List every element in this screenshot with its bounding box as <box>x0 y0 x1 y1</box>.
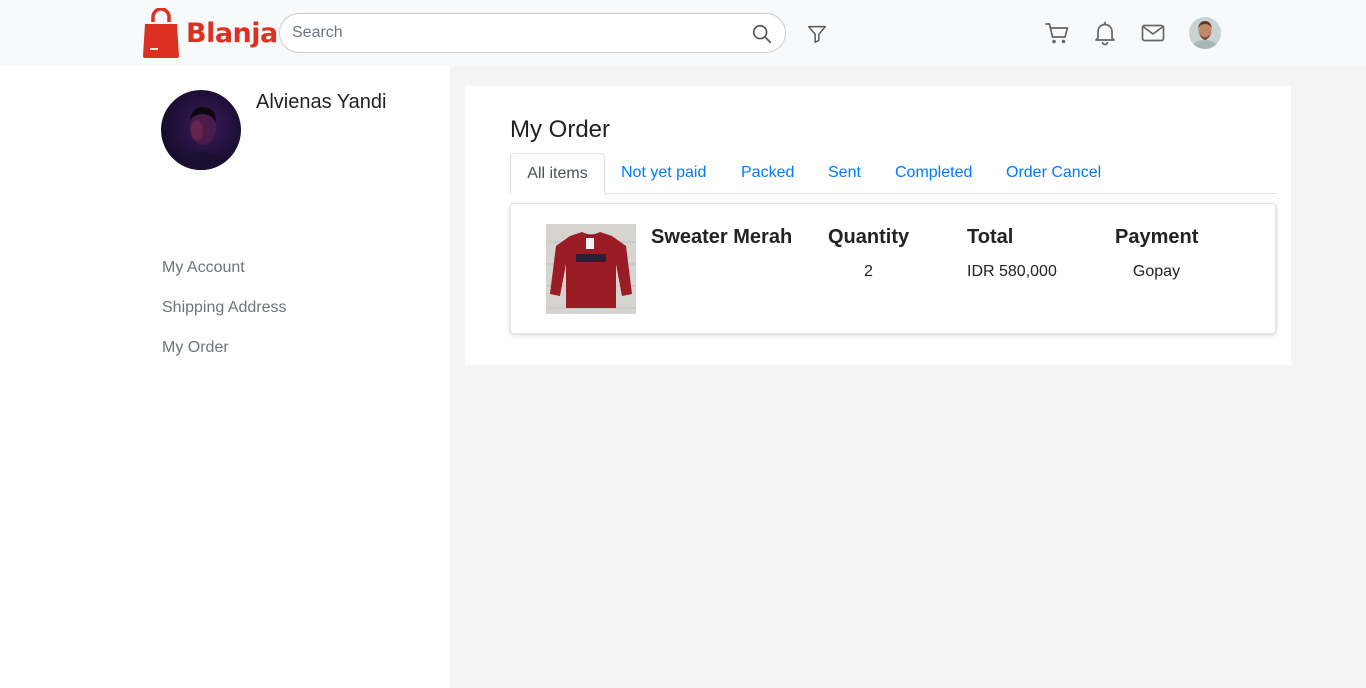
profile-sidebar: Alvienas Yandi My Account Shipping Addre… <box>0 66 450 688</box>
user-avatar[interactable] <box>1189 17 1221 49</box>
search-input[interactable] <box>292 14 732 52</box>
top-navbar: Blanja <box>0 0 1366 66</box>
page-title: My Order <box>510 116 611 143</box>
sidebar-item-my-order[interactable]: My Order <box>162 339 229 357</box>
tab-sent[interactable]: Sent <box>828 153 861 194</box>
sidebar-item-my-account[interactable]: My Account <box>162 259 245 277</box>
sidebar-item-shipping-address[interactable]: Shipping Address <box>162 299 287 317</box>
product-image[interactable] <box>546 224 636 314</box>
tab-packed[interactable]: Packed <box>741 153 794 194</box>
tab-not-yet-paid[interactable]: Not yet paid <box>621 153 706 194</box>
tab-order-cancel[interactable]: Order Cancel <box>1006 153 1101 194</box>
sweater-image <box>546 224 636 314</box>
shopping-bag-logo-icon <box>143 8 179 58</box>
brand-name: Blanja <box>186 17 278 49</box>
search-bar <box>279 13 786 53</box>
bell-icon[interactable] <box>1092 20 1118 46</box>
total-value: IDR 580,000 <box>967 263 1057 280</box>
search-icon[interactable] <box>751 23 773 45</box>
total-header: Total <box>967 226 1014 248</box>
order-tabs: All items Not yet paid Packed Sent Compl… <box>510 153 1276 194</box>
tab-completed[interactable]: Completed <box>895 153 972 194</box>
avatar-image <box>1189 17 1221 49</box>
filter-icon[interactable] <box>806 23 828 45</box>
my-order-card: My Order All items Not yet paid Packed S… <box>465 86 1291 365</box>
tab-all-items[interactable]: All items <box>510 153 605 194</box>
quantity-header: Quantity <box>828 226 910 248</box>
order-item-card[interactable]: Sweater Merah Quantity 2 Total IDR 580,0… <box>510 203 1276 334</box>
quantity-value: 2 <box>864 263 873 280</box>
profile-photo <box>161 90 241 170</box>
mail-icon[interactable] <box>1140 20 1166 46</box>
payment-value: Gopay <box>1132 263 1181 280</box>
cart-icon[interactable] <box>1044 20 1070 46</box>
profile-avatar[interactable] <box>161 90 241 170</box>
product-name[interactable]: Sweater Merah <box>651 226 792 249</box>
profile-name: Alvienas Yandi <box>256 91 387 113</box>
payment-header: Payment <box>1115 226 1199 248</box>
brand-logo[interactable]: Blanja <box>142 8 278 58</box>
